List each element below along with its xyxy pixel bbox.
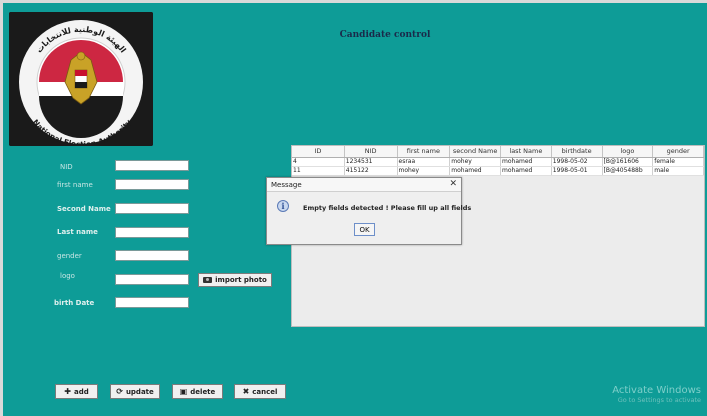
ok-button[interactable]: OK (354, 223, 375, 236)
update-label: update (125, 387, 154, 396)
message-dialog: Message ✕ i Empty fields detected ! Plea… (266, 177, 471, 245)
table-cell: [B@405488b (603, 167, 654, 175)
nid-label: NID (60, 163, 73, 171)
info-icon: i (277, 200, 289, 212)
close-icon: ✖ (242, 386, 250, 396)
column-header-first-name[interactable]: first name (398, 146, 451, 157)
add-button[interactable]: ✚ add (55, 384, 98, 399)
plus-icon: ✚ (64, 386, 71, 396)
delete-button[interactable]: ▣ delete (172, 384, 223, 399)
last-name-input[interactable] (115, 227, 189, 238)
table-cell: 1998-05-02 (552, 158, 603, 166)
table-header: ID NID first name second Name last Name … (292, 146, 704, 158)
column-header-logo[interactable]: logo (603, 146, 654, 157)
close-icon[interactable]: ✕ (449, 180, 457, 189)
table-cell: mohamed (501, 158, 552, 166)
table-cell: 1998-05-01 (552, 167, 603, 175)
watermark-line-1: Activate Windows (612, 385, 701, 396)
logo-input[interactable] (115, 274, 189, 285)
trash-icon: ▣ (179, 386, 188, 396)
birth-date-label: birth Date (54, 299, 95, 307)
refresh-icon: ⟳ (116, 386, 123, 396)
table-cell: male (653, 167, 704, 175)
column-header-last-name[interactable]: last Name (501, 146, 552, 157)
cancel-label: cancel (252, 387, 278, 396)
window-left-border (0, 0, 3, 416)
table-cell: 1234531 (345, 158, 398, 166)
table-cell: mohey (398, 167, 451, 175)
second-name-label: Second Name (57, 205, 111, 213)
candidate-control-window: الهيئة الوطنية للانتخابات National Elect… (0, 0, 707, 416)
second-name-input[interactable] (115, 203, 189, 214)
table-cell: 11 (292, 167, 345, 175)
table-cell: [B@161606 (603, 158, 654, 166)
gender-label: gender (57, 252, 82, 260)
table-cell: 415122 (345, 167, 398, 175)
page-title: Candidate control (339, 30, 431, 40)
import-photo-label: import photo (215, 276, 267, 284)
dialog-title: Message (271, 180, 302, 189)
table-cell: 4 (292, 158, 345, 166)
window-top-border (0, 0, 707, 3)
activation-watermark: Activate Windows Go to Settings to activ… (612, 385, 701, 404)
dialog-message: Empty fields detected ! Please fill up a… (303, 204, 472, 212)
gender-input[interactable] (115, 250, 189, 261)
table-row[interactable]: 11 415122 mohey mohamed mohamed 1998-05-… (292, 167, 704, 176)
table-cell: esraa (398, 158, 451, 166)
table-cell: mohamed (450, 167, 501, 175)
birth-date-input[interactable] (115, 297, 189, 308)
dialog-title-bar[interactable]: Message ✕ (267, 178, 461, 192)
table-cell: mohey (450, 158, 501, 166)
watermark-line-2: Go to Settings to activate (617, 396, 701, 404)
logo-label: logo (60, 272, 75, 280)
first-name-label: first name (57, 181, 93, 189)
camera-icon (203, 277, 213, 283)
logo-emblem-icon: الهيئة الوطنية للانتخابات National Elect… (9, 12, 153, 146)
table-cell: mohamed (501, 167, 552, 175)
first-name-input[interactable] (115, 179, 189, 190)
column-header-gender[interactable]: gender (653, 146, 704, 157)
column-header-birthdate[interactable]: birthdate (552, 146, 603, 157)
cancel-button[interactable]: ✖ cancel (234, 384, 286, 399)
column-header-id[interactable]: ID (292, 146, 345, 157)
column-header-nid[interactable]: NID (345, 146, 398, 157)
update-button[interactable]: ⟳ update (110, 384, 160, 399)
delete-label: delete (190, 387, 216, 396)
column-header-second-name[interactable]: second Name (450, 146, 501, 157)
table-row[interactable]: 4 1234531 esraa mohey mohamed 1998-05-02… (292, 158, 704, 167)
import-photo-button[interactable]: import photo (198, 273, 272, 287)
nid-input[interactable] (115, 160, 189, 171)
add-label: add (73, 387, 89, 396)
election-authority-logo: الهيئة الوطنية للانتخابات National Elect… (9, 12, 153, 146)
table-cell: female (653, 158, 704, 166)
last-name-label: Last name (57, 228, 98, 236)
